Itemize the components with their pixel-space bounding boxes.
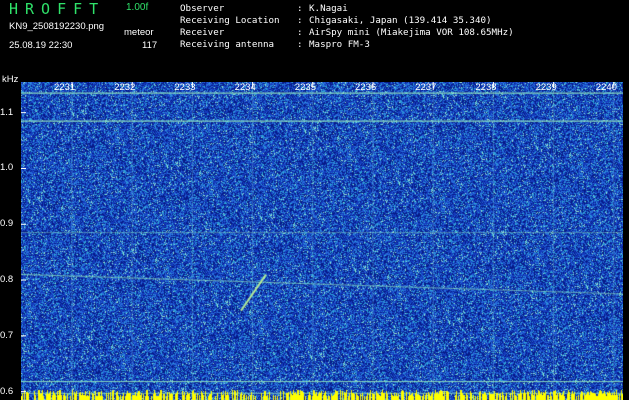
spectrogram-plot <box>21 82 623 400</box>
datetime-label: 25.08.19 22:30 <box>9 40 73 51</box>
y-tick-label: 0.7 <box>0 329 14 341</box>
x-tick-label: 2234 <box>234 82 256 93</box>
meta-colon: : <box>297 39 303 50</box>
x-tick-label: 2239 <box>535 82 557 93</box>
spectrogram-canvas <box>21 82 623 400</box>
app-title: HROFFT <box>9 0 106 18</box>
x-tick-label: 2233 <box>174 82 196 93</box>
meta-key: Receiver <box>180 27 225 38</box>
meta-row-antenna: Receiving antenna: Maspro FM-3 <box>180 39 514 51</box>
meta-key: Receiving Location <box>180 15 280 26</box>
meta-colon: : <box>297 27 303 38</box>
metadata-table: Observer: K.Nagai Receiving Location: Chig… <box>180 3 514 51</box>
x-tick-label: 2238 <box>475 82 497 93</box>
meta-key: Receiving antenna <box>180 39 275 50</box>
count-label: 117 <box>142 40 158 51</box>
meta-row-observer: Observer: K.Nagai <box>180 3 514 15</box>
meta-colon: : <box>297 15 303 26</box>
mode-label: meteor <box>124 27 154 38</box>
x-tick-label: 2237 <box>415 82 437 93</box>
x-tick-label: 2236 <box>355 82 377 93</box>
x-tick-label: 2240 <box>595 82 617 93</box>
meta-value: AirSpy mini (Miakejima VOR 108.65MHz) <box>309 27 514 38</box>
x-tick-label: 2232 <box>114 82 136 93</box>
meta-value: Maspro FM-3 <box>309 39 370 50</box>
header-panel: HROFFT 1.00f KN9_2508192230.png meteor 2… <box>0 0 629 80</box>
meta-value: Chigasaki, Japan (139.414 35.340) <box>309 15 492 26</box>
y-tick-label: 0.6 <box>0 385 14 397</box>
meta-key: Observer <box>180 3 225 14</box>
meta-row-receiver: Receiver: AirSpy mini (Miakejima VOR 108.… <box>180 27 514 39</box>
meta-row-location: Receiving Location: Chigasaki, Japan (139… <box>180 15 514 27</box>
file-name: KN9_2508192230.png <box>9 21 105 32</box>
x-tick-label: 2235 <box>294 82 316 93</box>
y-tick-label: 0.8 <box>0 274 14 286</box>
y-tick-label: 0.9 <box>0 218 14 230</box>
y-tick-label: 1.0 <box>0 162 14 174</box>
y-tick-label: 1.1 <box>0 106 14 118</box>
app-version: 1.00f <box>126 2 149 13</box>
meta-colon: : <box>297 3 303 14</box>
x-tick-label: 2231 <box>54 82 76 93</box>
meta-value: K.Nagai <box>309 3 348 14</box>
y-axis-unit: kHz <box>2 74 19 85</box>
